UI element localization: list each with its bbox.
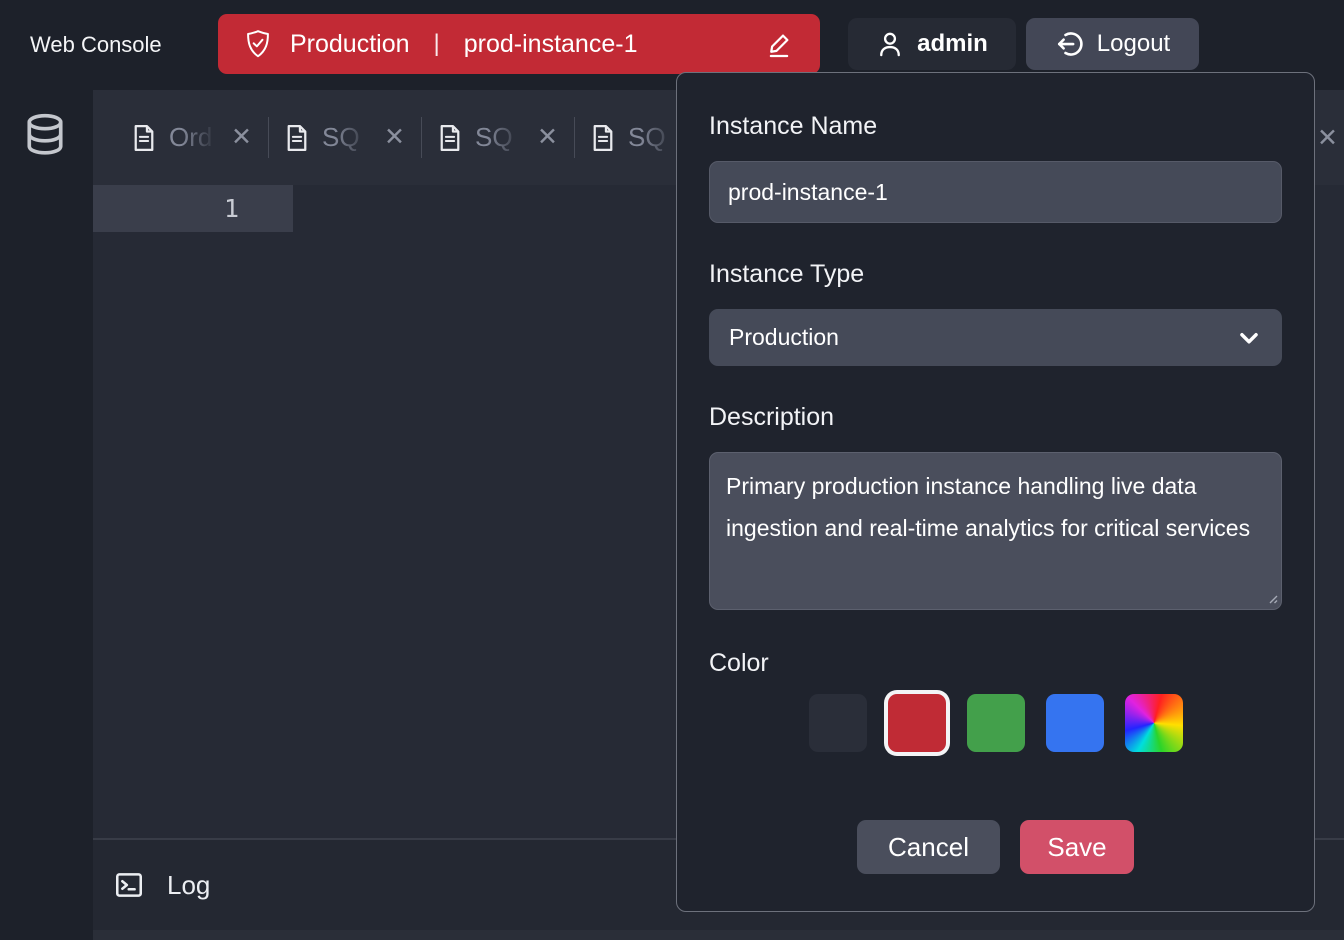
tab-label: SQ bbox=[628, 122, 678, 153]
footer-strip bbox=[93, 930, 1344, 940]
color-swatch-blue[interactable] bbox=[1046, 694, 1104, 752]
file-icon bbox=[437, 123, 463, 153]
logout-icon bbox=[1055, 29, 1085, 59]
user-name: admin bbox=[917, 30, 988, 58]
terminal-icon bbox=[113, 869, 145, 901]
tab-sql-2[interactable]: SQ ✕ bbox=[421, 90, 574, 185]
chevron-down-icon bbox=[1236, 325, 1262, 351]
web-console-app: Web Console Production | prod-instance-1 bbox=[0, 0, 1344, 940]
instance-settings-modal: Instance Name Instance Type Production D… bbox=[676, 72, 1315, 912]
instance-type-label: Production bbox=[290, 30, 410, 59]
tab-orders[interactable]: Ord ✕ bbox=[115, 90, 268, 185]
user-chip[interactable]: admin bbox=[848, 18, 1016, 70]
instance-name-label: prod-instance-1 bbox=[464, 30, 638, 59]
description-textarea[interactable]: Primary production instance handling liv… bbox=[709, 452, 1282, 610]
tab-close-icon-right[interactable]: ✕ bbox=[1317, 90, 1338, 185]
modal-button-row: Cancel Save bbox=[709, 820, 1282, 874]
instance-type-value: Production bbox=[729, 324, 839, 351]
shield-check-icon bbox=[244, 28, 272, 60]
instance-badge[interactable]: Production | prod-instance-1 bbox=[218, 14, 820, 74]
color-field-label: Color bbox=[709, 648, 1282, 678]
color-swatch-green[interactable] bbox=[967, 694, 1025, 752]
file-icon bbox=[590, 123, 616, 153]
app-title: Web Console bbox=[30, 0, 162, 90]
tab-close-icon[interactable]: ✕ bbox=[384, 125, 405, 150]
file-icon bbox=[131, 123, 157, 153]
left-sidebar bbox=[0, 90, 93, 940]
save-button[interactable]: Save bbox=[1020, 820, 1134, 874]
editor-line-number: 1 bbox=[93, 185, 293, 232]
tab-label: SQ bbox=[322, 122, 372, 153]
database-icon[interactable] bbox=[22, 110, 68, 162]
description-field-label: Description bbox=[709, 402, 1282, 432]
instance-name-input[interactable] bbox=[709, 161, 1282, 223]
instance-type-field-label: Instance Type bbox=[709, 259, 1282, 289]
instance-name-field-label: Instance Name bbox=[709, 111, 1282, 141]
color-swatch-default[interactable] bbox=[809, 694, 867, 752]
color-swatch-rainbow[interactable] bbox=[1125, 694, 1183, 752]
logout-button[interactable]: Logout bbox=[1026, 18, 1199, 70]
logout-label: Logout bbox=[1097, 30, 1170, 58]
instance-type-select[interactable]: Production bbox=[709, 309, 1282, 366]
file-icon bbox=[284, 123, 310, 153]
user-icon bbox=[876, 29, 904, 59]
tab-close-icon[interactable]: ✕ bbox=[537, 125, 558, 150]
color-swatch-row bbox=[709, 694, 1282, 752]
badge-separator: | bbox=[434, 30, 440, 58]
tab-sql-1[interactable]: SQ ✕ bbox=[268, 90, 421, 185]
description-field: Primary production instance handling liv… bbox=[709, 452, 1282, 610]
log-label: Log bbox=[167, 870, 210, 901]
tab-label: SQ bbox=[475, 122, 525, 153]
resize-handle-icon[interactable] bbox=[1264, 590, 1278, 604]
tab-label: Ord bbox=[169, 122, 219, 153]
edit-instance-icon[interactable] bbox=[764, 29, 794, 59]
cancel-button[interactable]: Cancel bbox=[857, 820, 1000, 874]
tab-close-icon[interactable]: ✕ bbox=[231, 125, 252, 150]
color-swatch-red[interactable] bbox=[888, 694, 946, 752]
